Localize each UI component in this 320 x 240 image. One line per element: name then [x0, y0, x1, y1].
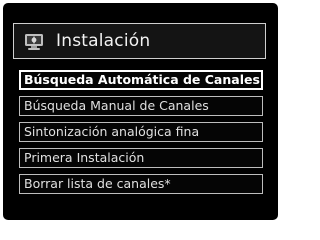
- menu-item-first-installation[interactable]: Primera Instalación: [19, 148, 263, 168]
- menu-item-clear-channel-list[interactable]: Borrar lista de canales*: [19, 174, 263, 194]
- menu-item-manual-channel-search[interactable]: Búsqueda Manual de Canales: [19, 96, 263, 116]
- page-title: Instalación: [56, 31, 151, 51]
- menu-item-automatic-channel-search[interactable]: Búsqueda Automática de Canales: [19, 70, 263, 90]
- installation-icon: [25, 34, 43, 50]
- installation-menu: Búsqueda Automática de Canales Búsqueda …: [19, 70, 263, 200]
- tv-osd-screen: Instalación Búsqueda Automática de Canal…: [3, 3, 278, 220]
- menu-header: Instalación: [13, 23, 266, 59]
- menu-item-analog-fine-tuning[interactable]: Sintonización analógica fina: [19, 122, 263, 142]
